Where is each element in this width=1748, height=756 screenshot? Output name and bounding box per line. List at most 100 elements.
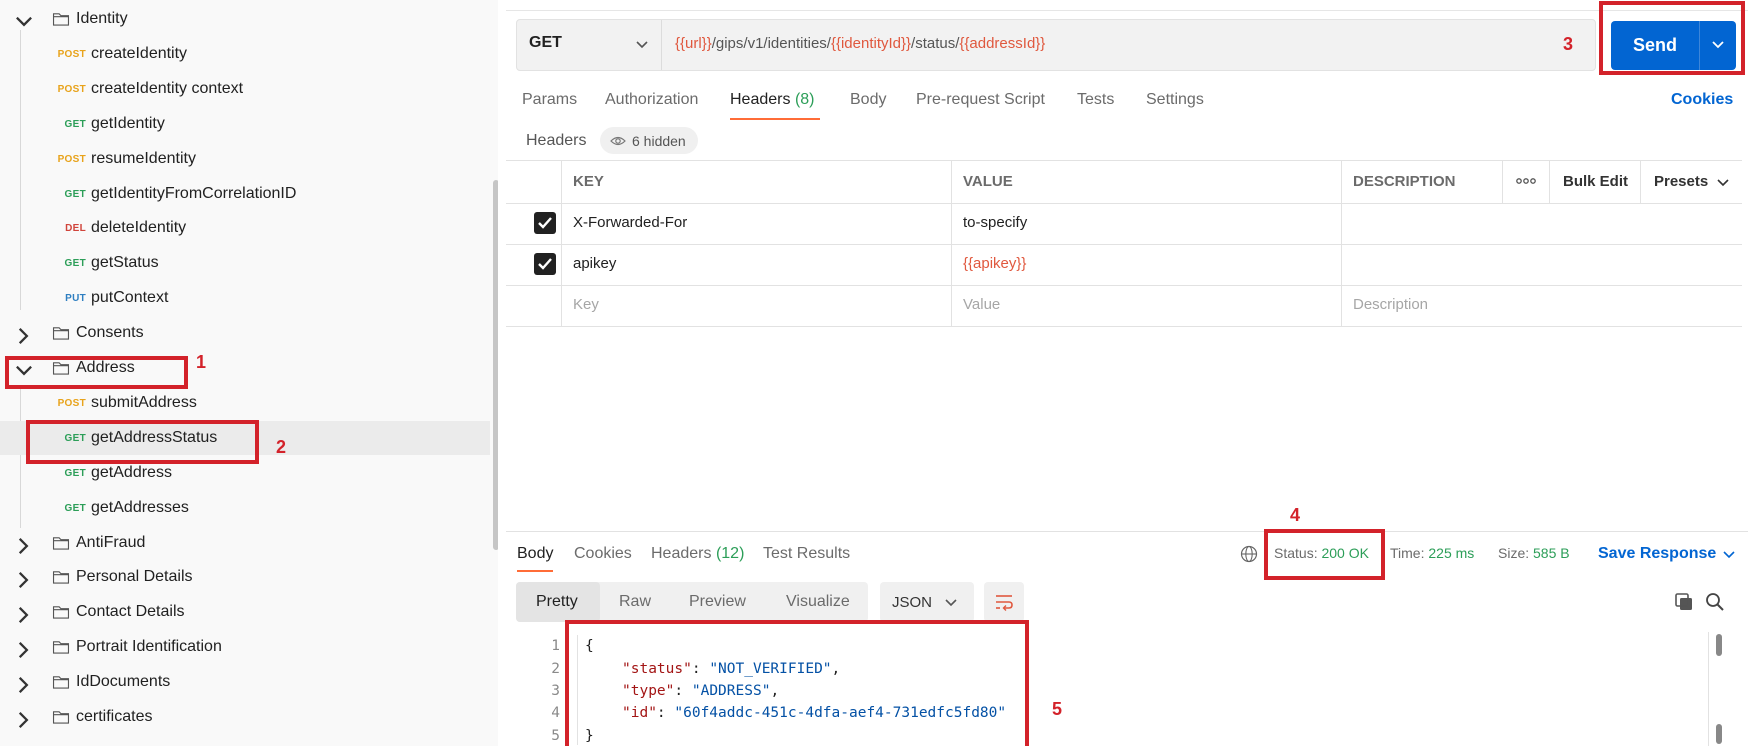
chevron-down-icon[interactable] bbox=[1722, 548, 1736, 562]
response-tab-test-results[interactable]: Test Results bbox=[763, 545, 850, 563]
tab-tests[interactable]: Tests bbox=[1077, 91, 1114, 109]
sidebar-request[interactable]: GET getIdentityFromCorrelationID bbox=[0, 177, 490, 211]
chevron-right-icon[interactable] bbox=[14, 640, 34, 660]
annotation-number-3: 3 bbox=[1563, 34, 1574, 54]
tab-authorization[interactable]: Authorization bbox=[605, 91, 698, 109]
folder-icon bbox=[52, 641, 70, 654]
sidebar-folder[interactable]: AntiFraud bbox=[0, 526, 490, 560]
sidebar-request[interactable]: GET getStatus bbox=[0, 246, 490, 280]
header-key-cell[interactable]: X-Forwarded-For bbox=[573, 214, 687, 231]
search-icon[interactable] bbox=[1705, 592, 1725, 612]
sidebar-request[interactable]: PUT putContext bbox=[0, 281, 490, 315]
chevron-down-icon[interactable] bbox=[1716, 176, 1730, 190]
new-key-input[interactable]: Key bbox=[573, 296, 599, 313]
request-label: createIdentity bbox=[91, 44, 188, 62]
sidebar-folder[interactable]: Consents bbox=[0, 316, 490, 350]
folder-label: Contact Details bbox=[76, 603, 185, 621]
view-mode-visualize[interactable]: Visualize bbox=[786, 593, 850, 611]
bottom-strip bbox=[0, 746, 1748, 756]
chevron-right-icon[interactable] bbox=[14, 605, 34, 625]
sidebar-folder[interactable]: Portrait Identification bbox=[0, 630, 490, 664]
method-select[interactable]: GET bbox=[529, 34, 562, 52]
chevron-right-icon[interactable] bbox=[14, 675, 34, 695]
cookies-link[interactable]: Cookies bbox=[1671, 91, 1733, 109]
chevron-right-icon[interactable] bbox=[14, 326, 34, 346]
sidebar-request[interactable]: POST resumeIdentity bbox=[0, 142, 490, 176]
method-badge: POST bbox=[57, 83, 86, 95]
tab-headers[interactable]: Headers (8) bbox=[730, 91, 815, 109]
tab-settings[interactable]: Settings bbox=[1146, 91, 1204, 109]
folder-icon bbox=[52, 327, 70, 340]
globe-icon[interactable] bbox=[1240, 545, 1258, 563]
view-mode-preview[interactable]: Preview bbox=[689, 593, 746, 611]
more-options-icon[interactable] bbox=[1516, 176, 1536, 186]
hidden-headers-toggle[interactable]: 6 hidden bbox=[600, 127, 698, 154]
sidebar-scrollbar[interactable] bbox=[493, 180, 498, 550]
url-input[interactable]: {{url}}/gips/v1/identities/{{identityId}… bbox=[675, 35, 1045, 52]
copy-icon[interactable] bbox=[1674, 592, 1694, 612]
request-label: putContext bbox=[91, 289, 169, 307]
request-label: getStatus bbox=[91, 254, 159, 272]
header-value-cell[interactable]: {{apikey}} bbox=[963, 255, 1026, 272]
presets-dropdown[interactable]: Presets bbox=[1654, 173, 1708, 190]
sidebar-folder[interactable]: Contact Details bbox=[0, 595, 490, 629]
method-badge: GET bbox=[64, 467, 86, 479]
new-description-input[interactable]: Description bbox=[1353, 296, 1428, 313]
chevron-down-icon[interactable] bbox=[14, 12, 34, 32]
header-enabled-checkbox[interactable] bbox=[534, 253, 556, 275]
folder-label: Portrait Identification bbox=[76, 638, 222, 656]
sidebar-folder[interactable]: IdDocuments bbox=[0, 665, 490, 699]
tab-body[interactable]: Body bbox=[850, 91, 886, 109]
sidebar-request[interactable]: DEL deleteIdentity bbox=[0, 211, 490, 245]
view-mode-pretty[interactable]: Pretty bbox=[536, 593, 578, 611]
sidebar-folder[interactable]: certificates bbox=[0, 700, 490, 734]
annotation-box-5 bbox=[565, 620, 1029, 754]
response-time: Time: 225 ms bbox=[1390, 545, 1474, 561]
sidebar-request[interactable]: POST createIdentity context bbox=[0, 72, 490, 106]
header-value-cell[interactable]: to-specify bbox=[963, 214, 1027, 231]
annotation-box-4 bbox=[1264, 529, 1385, 580]
col-header-value: VALUE bbox=[963, 173, 1013, 190]
chevron-right-icon[interactable] bbox=[14, 570, 34, 590]
tab-headers-label: Headers bbox=[730, 91, 791, 108]
tab-pre-request-script[interactable]: Pre-request Script bbox=[916, 91, 1045, 109]
chevron-right-icon[interactable] bbox=[14, 536, 34, 556]
sidebar-request[interactable]: POST submitAddress bbox=[0, 386, 490, 420]
code-scroll-thumb[interactable] bbox=[1716, 724, 1722, 744]
sidebar-request[interactable]: POST createIdentity bbox=[0, 37, 490, 71]
folder-label: Personal Details bbox=[76, 568, 193, 586]
line-number: 5 bbox=[551, 728, 560, 744]
url-path-2: /status/ bbox=[911, 35, 960, 52]
response-tab-headers[interactable]: Headers (12) bbox=[651, 545, 744, 563]
line-number: 3 bbox=[551, 683, 560, 699]
line-number: 1 bbox=[551, 638, 560, 654]
size-label: Size: bbox=[1498, 545, 1530, 561]
response-tab-body[interactable]: Body bbox=[517, 545, 553, 563]
hidden-badge-label: 6 hidden bbox=[632, 132, 686, 149]
new-value-input[interactable]: Value bbox=[963, 296, 1000, 313]
sidebar-request[interactable]: GET getAddresses bbox=[0, 491, 490, 525]
sidebar-folder[interactable]: Identity bbox=[0, 2, 490, 36]
annotation-number-2: 2 bbox=[276, 437, 287, 457]
tab-params[interactable]: Params bbox=[522, 91, 577, 109]
code-scroll-thumb[interactable] bbox=[1716, 634, 1722, 656]
header-key-cell[interactable]: apikey bbox=[573, 255, 616, 272]
sidebar-request[interactable]: GET getIdentity bbox=[0, 107, 490, 141]
response-tab-cookies[interactable]: Cookies bbox=[574, 545, 632, 563]
chevron-down-icon[interactable] bbox=[635, 38, 649, 52]
chevron-right-icon[interactable] bbox=[14, 710, 34, 730]
save-response-button[interactable]: Save Response bbox=[1598, 545, 1716, 563]
request-label: getIdentity bbox=[91, 114, 165, 132]
annotation-number-4: 4 bbox=[1290, 505, 1301, 525]
header-enabled-checkbox[interactable] bbox=[534, 212, 556, 234]
bulk-edit-button[interactable]: Bulk Edit bbox=[1563, 173, 1628, 190]
wrap-lines-button[interactable] bbox=[984, 582, 1024, 622]
request-label: getAddresses bbox=[91, 498, 189, 516]
folder-icon bbox=[52, 711, 70, 724]
sidebar-folder[interactable]: Personal Details bbox=[0, 560, 490, 594]
col-header-key: KEY bbox=[573, 173, 604, 190]
format-select[interactable]: JSON bbox=[880, 582, 974, 622]
url-bar: GET {{url}}/gips/v1/identities/{{identit… bbox=[516, 19, 1596, 71]
view-mode-raw[interactable]: Raw bbox=[619, 593, 651, 611]
response-headers-label: Headers bbox=[651, 545, 712, 562]
